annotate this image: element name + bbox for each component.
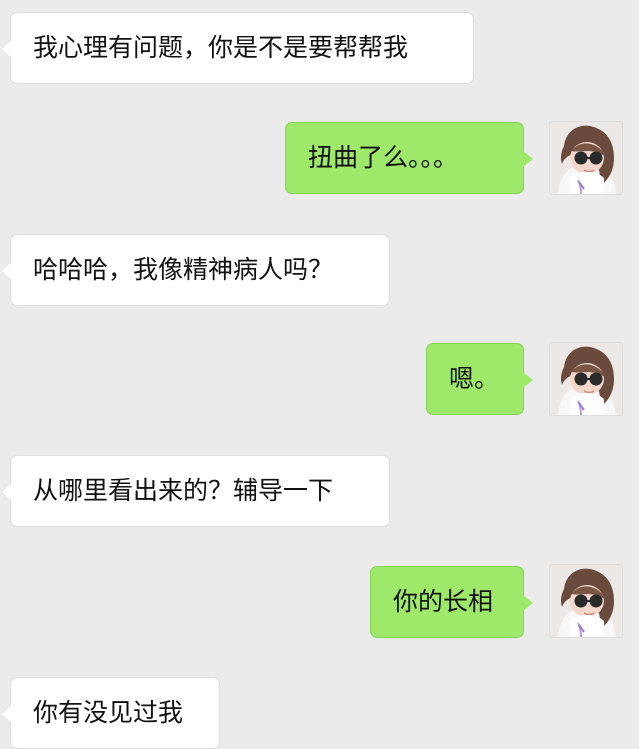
incoming-message[interactable]: 你有没见过我 bbox=[2, 677, 220, 749]
outgoing-message[interactable]: 嗯。 bbox=[426, 343, 533, 415]
incoming-message[interactable]: 我心理有问题，你是不是要帮帮我 bbox=[2, 12, 474, 84]
avatar-image bbox=[550, 343, 622, 415]
message-text: 扭曲了么。。。 bbox=[308, 143, 459, 172]
user-avatar-icon[interactable] bbox=[550, 122, 622, 194]
message-text: 哈哈哈，我像精神病人吗？ bbox=[33, 255, 334, 284]
message-text: 我心理有问题，你是不是要帮帮我 bbox=[33, 33, 409, 62]
outgoing-message[interactable]: 扭曲了么。。。 bbox=[285, 122, 533, 194]
message-text: 你的长相 bbox=[393, 587, 494, 616]
user-avatar-icon[interactable] bbox=[550, 565, 622, 637]
message-text: 嗯。 bbox=[449, 364, 500, 393]
user-avatar-icon[interactable] bbox=[550, 343, 622, 415]
message-text: 从哪里看出来的？辅导一下 bbox=[33, 476, 334, 505]
incoming-message[interactable]: 哈哈哈，我像精神病人吗？ bbox=[2, 234, 390, 306]
incoming-message[interactable]: 从哪里看出来的？辅导一下 bbox=[2, 455, 390, 527]
avatar-image bbox=[550, 565, 622, 637]
avatar-image bbox=[550, 122, 622, 194]
outgoing-message[interactable]: 你的长相 bbox=[370, 566, 533, 638]
